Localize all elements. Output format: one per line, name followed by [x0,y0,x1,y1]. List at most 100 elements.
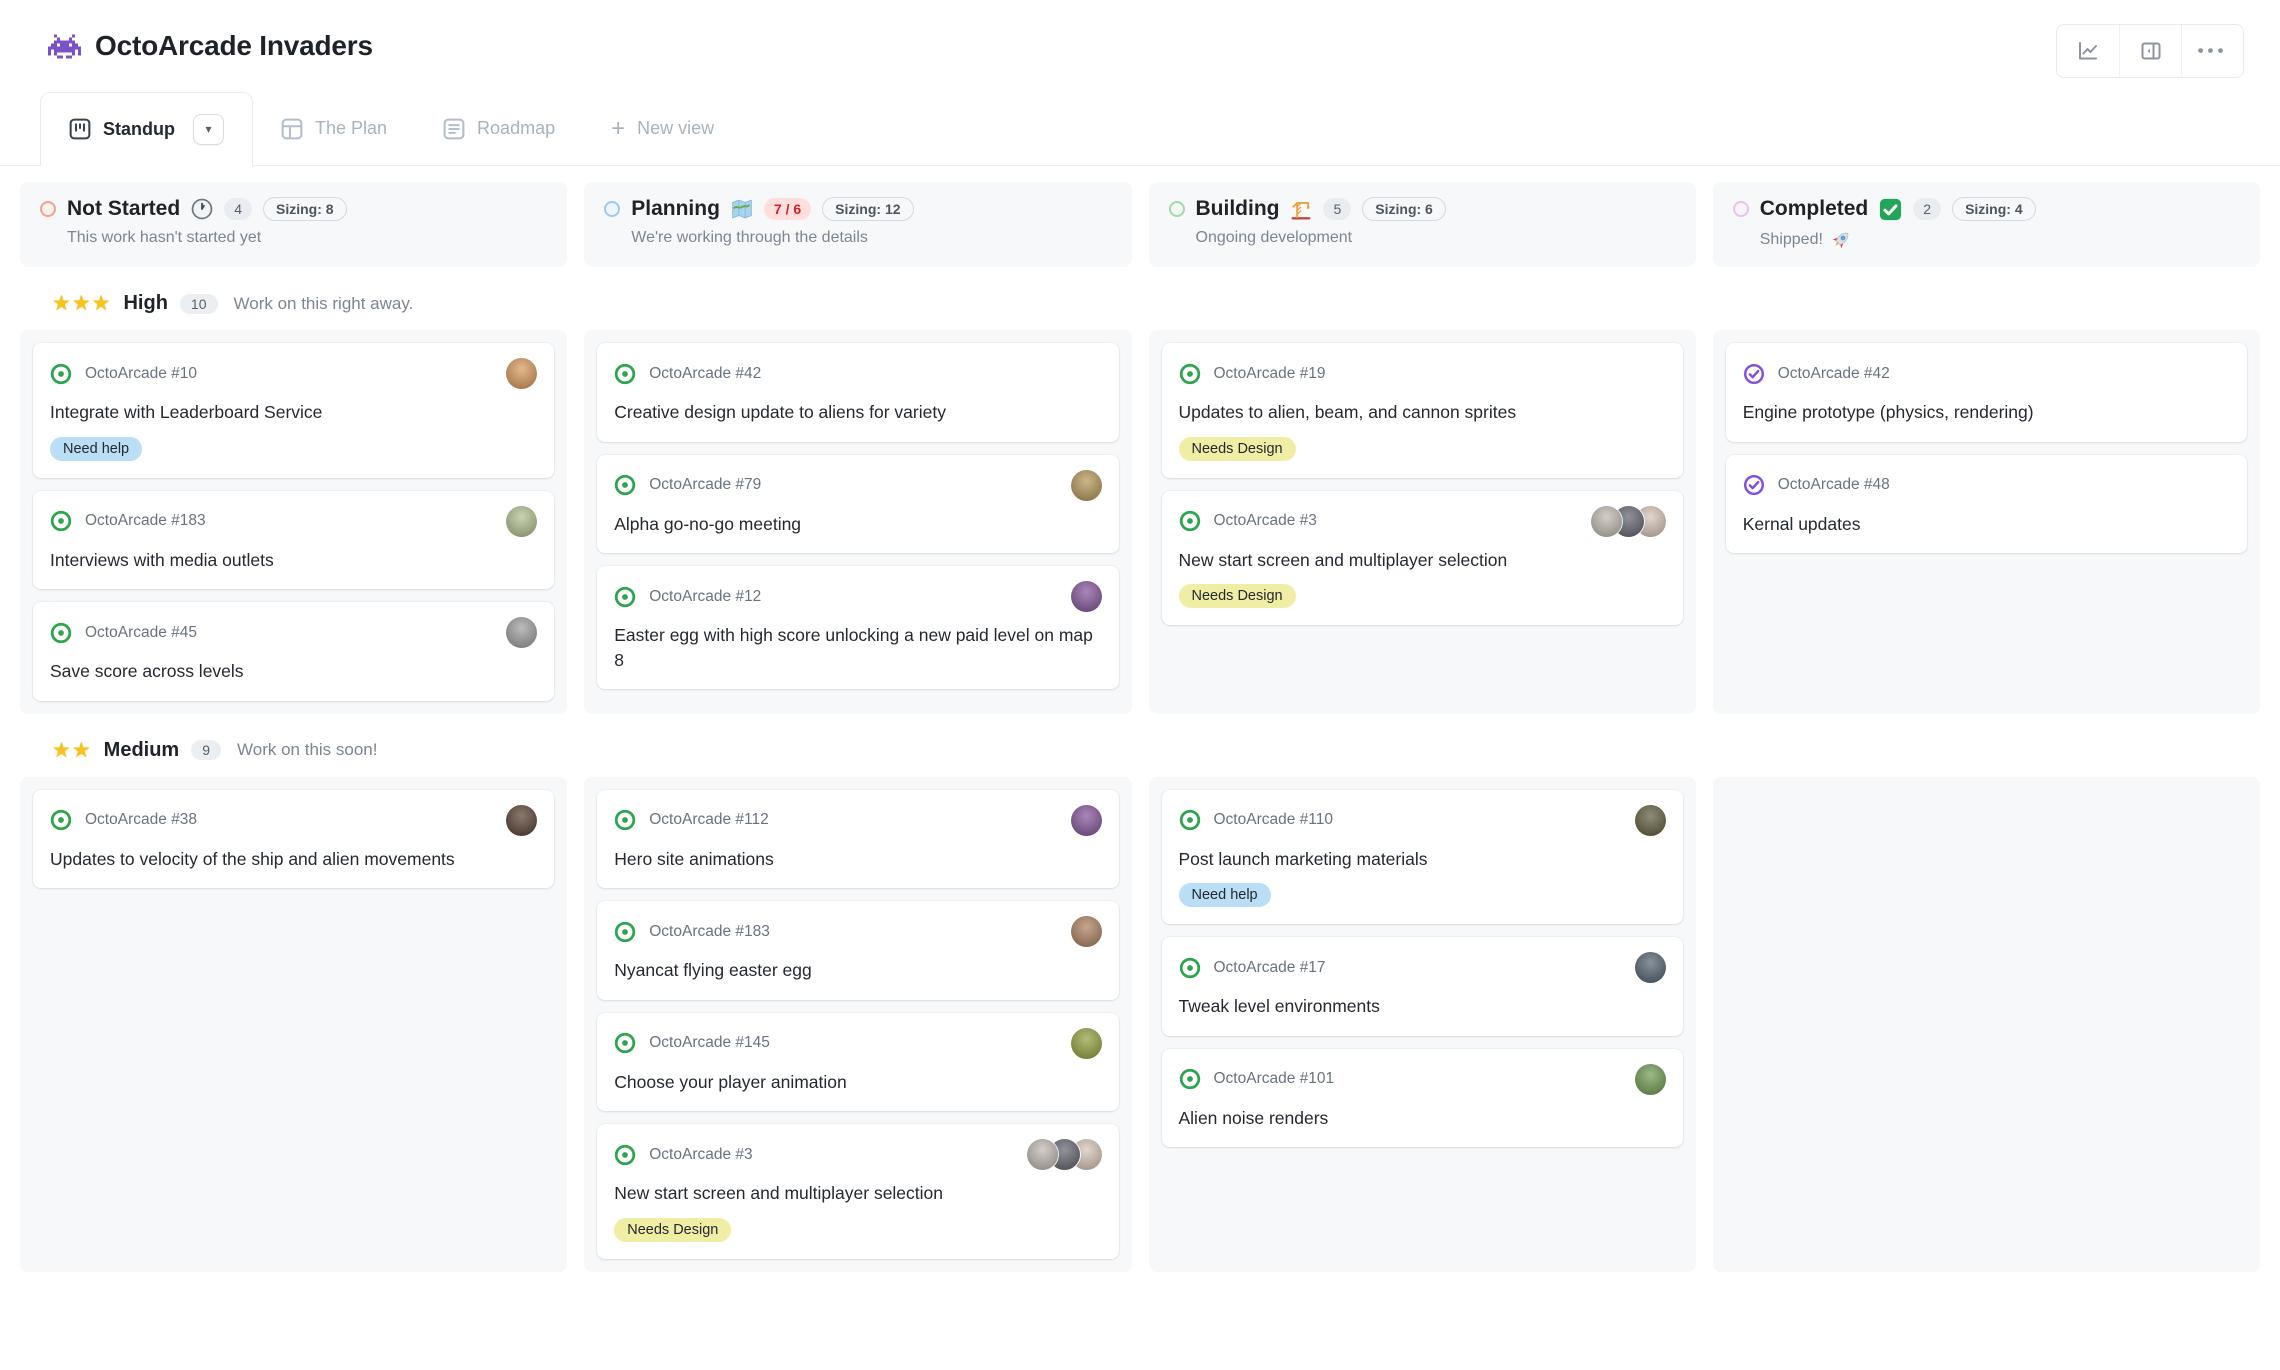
issue-title[interactable]: Save score across levels [50,659,537,684]
sizing-badge: Sizing: 4 [1952,197,2036,221]
issue-card[interactable]: OctoArcade #12 Easter egg with high score… [597,566,1118,689]
issue-card[interactable]: OctoArcade #112 Hero site animations [597,790,1118,889]
issue-card[interactable]: OctoArcade #79Alpha go-no-go meeting [597,455,1118,554]
column-name: Planning [631,197,720,221]
cell-medium-completed [1713,777,2260,1272]
issue-title[interactable]: Alien noise renders [1179,1106,1666,1131]
issue-card[interactable]: OctoArcade #110Post launch marketing mat… [1162,790,1683,925]
building-construction-emoji-icon [1290,198,1312,220]
issue-title[interactable]: New start screen and multiplayer selecti… [1179,548,1666,573]
issue-title[interactable]: Post launch marketing materials [1179,847,1666,872]
issue-title[interactable]: Nyancat flying easter egg [614,958,1101,983]
issue-title[interactable]: Easter egg with high score unlocking a n… [614,623,1101,672]
more-options-button[interactable]: ••• [2181,25,2243,77]
issue-title[interactable]: New start screen and multiplayer selecti… [614,1181,1101,1206]
assignee-avatars [1635,805,1666,836]
issue-title[interactable]: Integrate with Leaderboard Service [50,400,537,425]
view-tabs: Standup ▾ The Plan Roadmap + New view [0,92,2280,166]
column-header-completed: Completed 2 Sizing: 4 Shipped! [1713,182,2260,267]
title-wrap: OctoArcade Invaders [48,30,373,62]
issue-id: OctoArcade #145 [649,1034,770,1052]
open-issue-icon [614,921,636,943]
issue-title[interactable]: Updates to alien, beam, and cannon sprit… [1179,400,1666,425]
status-dot [604,201,620,217]
issue-title[interactable]: Alpha go-no-go meeting [614,512,1101,537]
cell-high-not-started: OctoArcade #10Integrate with Leaderboard… [20,330,567,714]
issue-title[interactable]: Engine prototype (physics, rendering) [1743,400,2230,425]
card-header: OctoArcade #12 [614,581,1101,612]
open-issue-icon [614,1144,636,1166]
tab-label: Standup [103,119,175,140]
issue-title[interactable]: Updates to velocity of the ship and alie… [50,847,537,872]
card-header: OctoArcade #38 [50,805,537,836]
issue-card[interactable]: OctoArcade #3 New start screen and multip… [1162,491,1683,626]
note-icon [443,118,465,140]
issue-card[interactable]: OctoArcade #48Kernal updates [1726,455,2247,554]
issue-card[interactable]: OctoArcade #145 Choose your player animat… [597,1013,1118,1112]
swimlanes: ★★★High10Work on this right away.OctoArc… [20,267,2260,1272]
issue-card[interactable]: OctoArcade #101 Alien noise renders [1162,1049,1683,1148]
assignee-avatars [506,358,537,389]
issue-card[interactable]: OctoArcade #3New start screen and multip… [597,1124,1118,1259]
lane-description: Work on this right away. [234,294,414,314]
column-name: Not Started [67,197,180,221]
issue-id: OctoArcade #3 [1214,512,1317,530]
issue-id: OctoArcade #183 [649,923,770,941]
issue-card[interactable]: OctoArcade #42 Creative design update to … [597,343,1118,442]
issue-card[interactable]: OctoArcade #10Integrate with Leaderboard… [33,343,554,478]
issue-card[interactable]: OctoArcade #183Interviews with media out… [33,491,554,590]
issue-card[interactable]: OctoArcade #42Engine prototype (physics,… [1726,343,2247,442]
open-issue-icon [50,510,72,532]
lane-count: 10 [180,294,218,314]
issue-card[interactable]: OctoArcade #183 Nyancat flying easter egg [597,901,1118,1000]
cell-high-planning: OctoArcade #42 Creative design update to … [584,330,1131,714]
sizing-badge: Sizing: 6 [1362,197,1446,221]
issue-title[interactable]: Hero site animations [614,847,1101,872]
issue-title[interactable]: Choose your player animation [614,1070,1101,1095]
insights-button[interactable] [2057,25,2119,77]
lane-header-high[interactable]: ★★★High10Work on this right away. [20,267,2260,330]
lane-high-grid: OctoArcade #10Integrate with Leaderboard… [20,330,2260,714]
issue-card[interactable]: OctoArcade #17Tweak level environments [1162,937,1683,1036]
issue-title[interactable]: Tweak level environments [1179,994,1666,1019]
lane-medium-grid: OctoArcade #38 Updates to velocity of the… [20,777,2260,1272]
open-issue-icon [1179,510,1201,532]
closed-issue-icon [1743,363,1765,385]
project-board-app: OctoArcade Invaders ••• Standup ▾ The Pl… [0,0,2280,1370]
avatar [1635,1064,1666,1095]
assignee-avatars [506,805,537,836]
closed-issue-icon [1743,474,1765,496]
tab-roadmap[interactable]: Roadmap [415,92,583,165]
issue-title[interactable]: Interviews with media outlets [50,548,537,573]
issue-id: OctoArcade #38 [85,811,197,829]
open-issue-icon [614,809,636,831]
avatar [506,805,537,836]
issue-id: OctoArcade #42 [649,365,761,383]
tab-standup[interactable]: Standup ▾ [40,92,253,166]
header-actions: ••• [2056,24,2244,78]
card-header: OctoArcade #101 [1179,1064,1666,1095]
view-options-caret[interactable]: ▾ [193,114,224,145]
cell-high-completed: OctoArcade #42Engine prototype (physics,… [1713,330,2260,714]
assignee-avatars [506,506,537,537]
side-panel-button[interactable] [2119,25,2181,77]
side-panel-icon [2139,39,2163,63]
tab-the-plan[interactable]: The Plan [253,92,415,165]
issue-id: OctoArcade #101 [1214,1070,1335,1088]
avatar [1071,916,1102,947]
lane-high: ★★★High10Work on this right away.OctoArc… [20,267,2260,714]
card-header: OctoArcade #112 [614,805,1101,836]
label-pill: Needs Design [1179,584,1296,608]
sizing-badge: Sizing: 12 [822,197,913,221]
lane-header-medium[interactable]: ★★Medium9Work on this soon! [20,714,2260,777]
issue-card[interactable]: OctoArcade #45Save score across levels [33,602,554,701]
column-header-not-started: Not Started 4 Sizing: 8 This work hasn't… [20,182,567,267]
issue-title[interactable]: Kernal updates [1743,512,2230,537]
world-map-emoji-icon [731,198,753,220]
issue-title[interactable]: Creative design update to aliens for var… [614,400,1101,425]
issue-card[interactable]: OctoArcade #38 Updates to velocity of the… [33,790,554,889]
board: Not Started 4 Sizing: 8 This work hasn't… [0,166,2280,1370]
new-view-button[interactable]: + New view [583,92,742,165]
issue-card[interactable]: OctoArcade #19Updates to alien, beam, an… [1162,343,1683,478]
avatar [1071,581,1102,612]
